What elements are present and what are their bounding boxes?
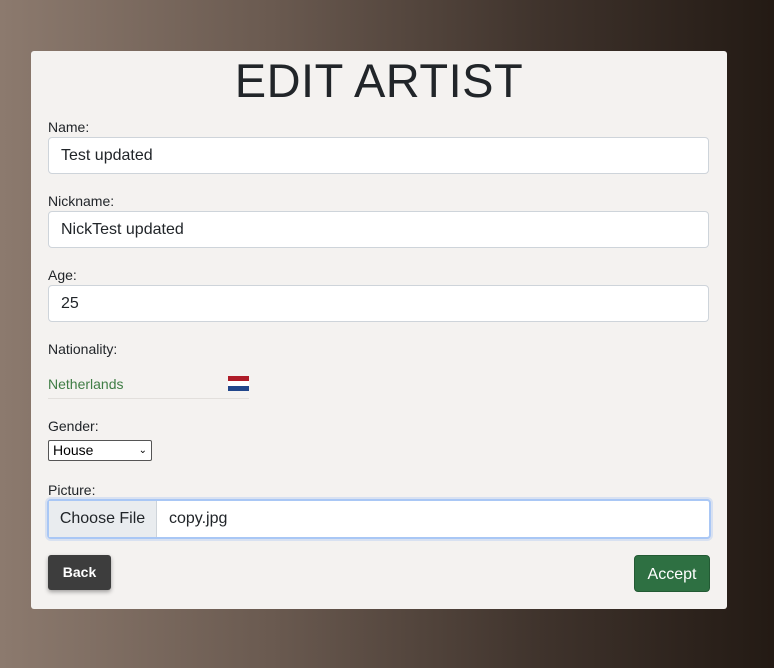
file-name: copy.jpg: [169, 510, 228, 527]
back-button[interactable]: Back: [48, 555, 111, 590]
accept-button[interactable]: Accept: [634, 555, 710, 592]
name-field[interactable]: [48, 137, 709, 174]
nationality-select[interactable]: Netherlands: [48, 358, 249, 399]
gender-select[interactable]: House ⌄: [48, 440, 152, 461]
name-label: Name:: [48, 119, 90, 135]
gender-selected-value: House: [53, 442, 94, 458]
edit-artist-card: EDIT ARTIST Name: Nickname: Age: Nationa…: [31, 51, 727, 609]
age-label: Age:: [48, 267, 77, 283]
nickname-label: Nickname:: [48, 193, 115, 209]
page-title: EDIT ARTIST: [234, 54, 524, 107]
age-field[interactable]: [48, 285, 709, 322]
gender-label: Gender:: [48, 418, 99, 434]
chevron-down-icon: ⌄: [138, 445, 147, 456]
picture-label: Picture:: [48, 482, 96, 498]
netherlands-flag-icon: [228, 376, 249, 391]
nickname-field[interactable]: [48, 211, 709, 248]
nationality-value: Netherlands: [48, 376, 124, 392]
nationality-label: Nationality:: [48, 341, 118, 357]
picture-file-input[interactable]: Choose File copy.jpg: [47, 499, 711, 539]
choose-file-button[interactable]: Choose File: [49, 501, 157, 537]
